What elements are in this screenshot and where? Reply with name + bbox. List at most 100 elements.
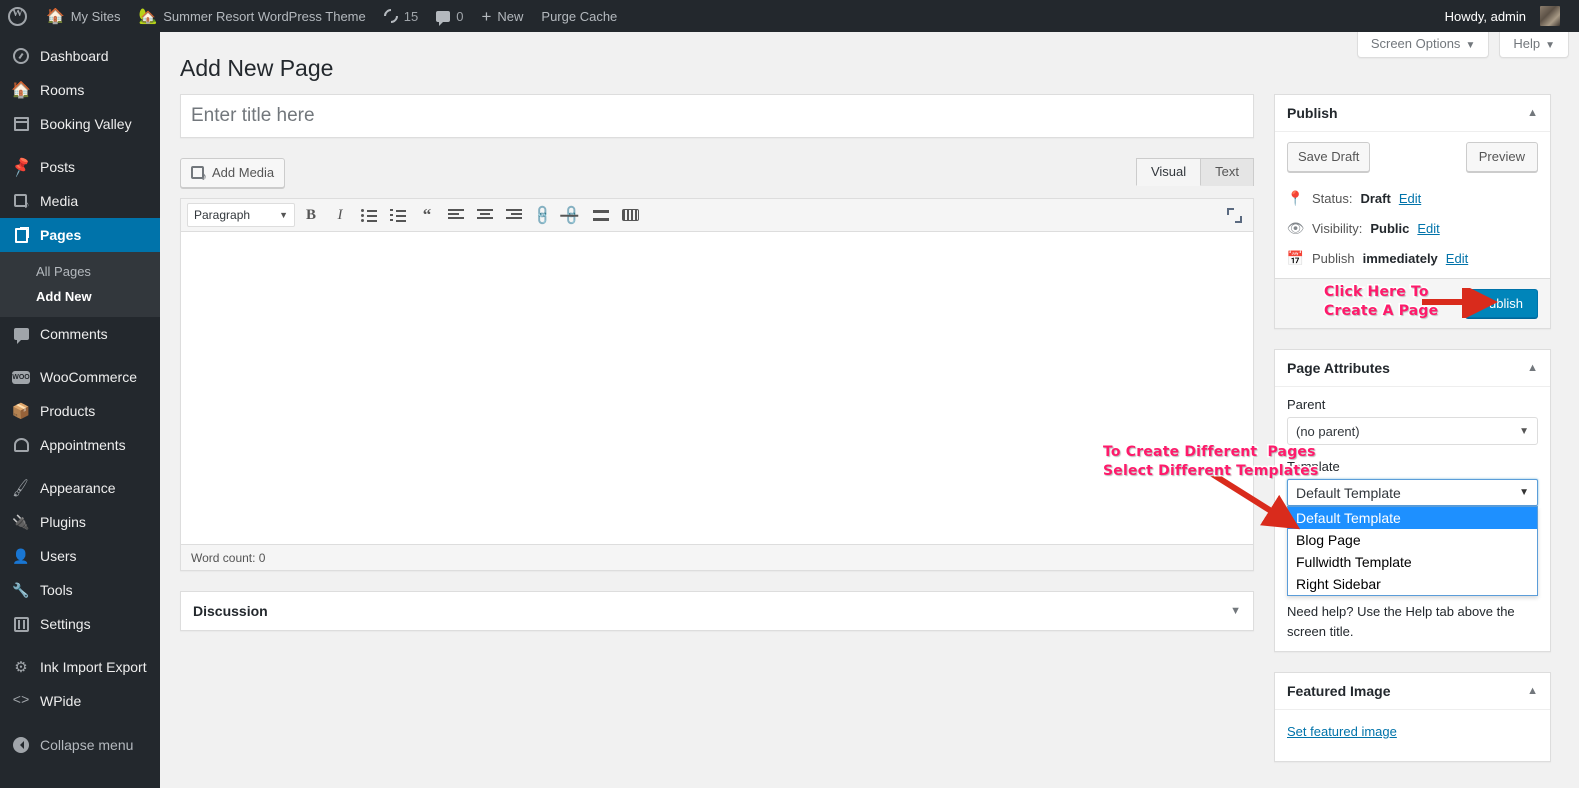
edit-visibility-link[interactable]: Edit [1417,221,1439,236]
chevron-down-icon[interactable]: ▼ [1230,605,1241,617]
main-content-area: Screen Options▼ Help▼ Add New Page Add M… [160,32,1579,788]
editor-content-area[interactable] [181,232,1253,545]
my-account-menu[interactable]: Howdy, admin [1436,0,1569,32]
visibility-label: Visibility: [1312,221,1363,237]
publish-box-title: Publish [1287,104,1338,121]
template-label: Template [1287,459,1340,475]
template-option-right-sidebar[interactable]: Right Sidebar [1288,573,1537,595]
sidebar-item-all-pages[interactable]: All Pages [0,259,160,284]
updates-menu[interactable]: 15 [375,0,427,32]
template-option-fullwidth-template[interactable]: Fullwidth Template [1288,551,1537,573]
italic-icon[interactable]: I [327,203,353,227]
save-draft-button[interactable]: Save Draft [1287,141,1371,173]
sidebar-item-media[interactable]: Media [0,184,160,218]
collapse-menu-label: Collapse menu [40,737,134,753]
discussion-header[interactable]: Discussion ▼ [181,592,1253,630]
sidebar-item-label: Products [40,403,96,419]
unlink-icon[interactable]: 🔗 [559,203,585,227]
code-icon: <> [12,693,30,709]
template-option-blog-page[interactable]: Blog Page [1288,529,1537,551]
sidebar-item-appointments[interactable]: Appointments [0,428,160,462]
insert-read-more-icon[interactable] [588,203,614,227]
sidebar-item-woocommerce[interactable]: WOO WooCommerce [0,360,160,394]
sidebar-item-wpide[interactable]: <> WPide [0,684,160,718]
blockquote-icon[interactable]: “ [414,203,440,227]
distraction-free-icon[interactable] [1221,203,1247,227]
post-body: Add Media Visual Text Paragraph ▼ [160,93,1579,763]
paragraph-format-select[interactable]: Paragraph ▼ [187,203,295,228]
admin-bar-right: Howdy, admin [1436,0,1579,32]
chevron-down-icon: ▼ [279,210,288,221]
my-sites-menu[interactable]: 🏠 My Sites [37,0,130,32]
sidebar-item-settings[interactable]: Settings [0,607,160,641]
template-select[interactable]: Default Template ▼ [1287,479,1538,507]
sidebar-item-tools[interactable]: 🔧 Tools [0,573,160,607]
sites-house-icon: 🏠 [46,7,65,25]
sidebar-item-add-new[interactable]: Add New [0,284,160,309]
numbered-list-icon[interactable] [385,203,411,227]
sidebar-item-rooms[interactable]: 🏠 Rooms [0,73,160,107]
chevron-up-icon[interactable]: ▲ [1527,685,1538,697]
sidebar-item-users[interactable]: 👤 Users [0,539,160,573]
collapse-menu-button[interactable]: Collapse menu [0,728,160,762]
edit-status-link[interactable]: Edit [1399,191,1421,206]
new-label: New [497,8,524,24]
bulleted-list-icon[interactable] [356,203,382,227]
tab-visual[interactable]: Visual [1135,157,1202,186]
box-icon: 📦 [11,403,31,420]
page-attributes-box: Page Attributes ▲ Parent (no parent) ▼ T… [1274,349,1551,653]
set-featured-image-link[interactable]: Set featured image [1287,724,1397,739]
visibility-value: Public [1370,221,1410,237]
purge-cache-menu[interactable]: Purge Cache [532,0,626,32]
screen-options-button[interactable]: Screen Options ▼ [1356,32,1490,58]
wordpress-logo-menu[interactable] [0,0,37,32]
parent-select[interactable]: (no parent) ▼ [1287,417,1538,446]
comments-menu[interactable]: 0 [427,0,472,32]
chevron-up-icon[interactable]: ▲ [1527,362,1538,374]
bold-icon[interactable]: B [298,203,324,227]
align-left-icon[interactable] [443,203,469,227]
publish-button[interactable]: Publish [1465,289,1538,319]
title-input[interactable] [181,94,1253,137]
appointments-icon [11,435,31,455]
align-center-icon[interactable] [472,203,498,227]
align-right-icon[interactable] [501,203,527,227]
sidebar-item-comments[interactable]: Comments [0,317,160,351]
sidebar-item-label: Ink Import Export [40,659,147,675]
new-content-menu[interactable]: + New [472,0,532,32]
keyboard-shortcuts-icon[interactable] [617,203,643,227]
chevron-down-icon: ▼ [1545,40,1555,51]
sidebar-item-booking-valley[interactable]: Booking Valley [0,107,160,141]
tab-text[interactable]: Text [1200,157,1254,186]
howdy-label: Howdy, admin [1444,8,1526,24]
sidebar-item-appearance[interactable]: 🖌 Appearance [0,471,160,505]
updates-refresh-icon [380,6,401,26]
sidebar-item-products[interactable]: 📦 Products [0,394,160,428]
template-option-default-template[interactable]: Default Template [1288,507,1537,530]
sidebar-item-plugins[interactable]: 🔌 Plugins [0,505,160,539]
sidebar-item-posts[interactable]: 📌 Posts [0,150,160,184]
admin-bar: 🏠 My Sites 🏡 Summer Resort WordPress The… [0,0,1579,32]
admin-sidebar-menu: Dashboard 🏠 Rooms Booking Valley 📌 Posts… [0,32,168,788]
sidebar-item-dashboard[interactable]: Dashboard [0,39,160,73]
sidebar-item-label: WooCommerce [40,369,137,385]
wordpress-logo-icon [8,6,27,26]
parent-label: Parent [1287,397,1326,413]
insert-link-icon[interactable]: 🔗 [530,203,556,227]
featured-image-header: Featured Image ▲ [1275,673,1550,711]
publish-minor-actions: Save Draft Preview [1275,132,1550,176]
chevron-up-icon[interactable]: ▲ [1527,107,1538,119]
edit-schedule-link[interactable]: Edit [1446,251,1468,266]
sidebar-item-ink-import-export[interactable]: ⚙ Ink Import Export [0,650,160,684]
preview-button[interactable]: Preview [1465,141,1538,173]
help-button[interactable]: Help ▼ [1499,32,1569,58]
sidebar-item-label: Comments [40,326,108,342]
discussion-postbox: Discussion ▼ [180,591,1254,632]
sidebar-item-label: Appearance [40,480,116,496]
sidebar-item-pages[interactable]: Pages [0,218,168,252]
add-media-button[interactable]: Add Media [180,157,286,189]
editor-box: Paragraph ▼ B I “ 🔗 🔗 Word count: 0 [180,198,1254,572]
site-name-menu[interactable]: 🏡 Summer Resort WordPress Theme [130,0,375,32]
add-media-label: Add Media [212,164,275,180]
home-icon: 🏠 [11,82,31,99]
